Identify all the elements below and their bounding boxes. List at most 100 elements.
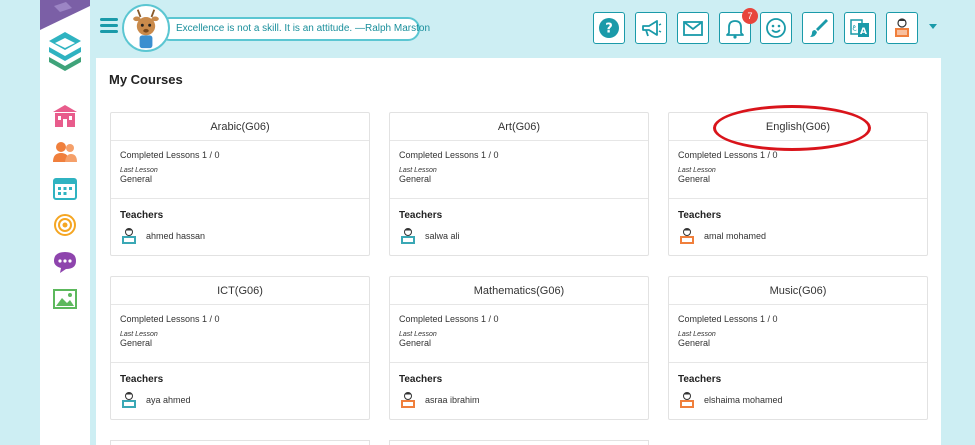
teacher-name: elshaima mohamed <box>704 395 783 405</box>
course-info: Completed Lessons 1 / 0 Last Lesson Gene… <box>390 305 648 363</box>
last-lesson-label: Last Lesson <box>120 167 158 174</box>
course-card-ict[interactable]: ICT(G06) Completed Lessons 1 / 0 Last Le… <box>110 276 370 420</box>
svg-text:A: A <box>860 27 867 37</box>
teacher-name: ahmed hassan <box>146 231 206 241</box>
main-panel: My Courses Arabic(G06) Completed Lessons… <box>96 58 941 445</box>
user-avatar-icon <box>895 18 909 37</box>
translate-icon: A ع <box>850 19 869 37</box>
course-card-partial[interactable] <box>389 440 649 445</box>
help-icon: ? <box>599 18 619 38</box>
messages-button[interactable] <box>677 12 709 44</box>
menu-toggle-icon[interactable] <box>100 18 118 36</box>
teacher-item[interactable]: elshaima mohamed <box>678 391 918 409</box>
users-icon[interactable] <box>52 140 78 164</box>
teachers-section: Teachers amal mohamed <box>669 199 927 255</box>
teacher-avatar-icon <box>680 228 694 244</box>
mood-button[interactable] <box>760 12 792 44</box>
last-lesson-label: Last Lesson <box>399 167 437 174</box>
teachers-section: Teachers salwa ali <box>390 199 648 255</box>
completed-lessons: Completed Lessons 1 / 0 <box>399 314 499 324</box>
teacher-item[interactable]: aya ahmed <box>120 391 360 409</box>
last-lesson-label: Last Lesson <box>678 167 716 174</box>
language-button[interactable]: A ع <box>844 12 876 44</box>
motivational-quote: Excellence is not a skill. It is an atti… <box>158 17 430 41</box>
teacher-avatar-icon <box>401 228 415 244</box>
course-info: Completed Lessons 1 / 0 Last Lesson Gene… <box>390 141 648 199</box>
teacher-name: asraa ibrahim <box>425 395 480 405</box>
course-title[interactable]: Mathematics(G06) <box>390 277 648 305</box>
megaphone-icon <box>642 20 662 37</box>
svg-text:?: ? <box>605 22 613 37</box>
course-info: Completed Lessons 1 / 0 Last Lesson Gene… <box>669 305 927 363</box>
school-icon[interactable] <box>52 104 78 128</box>
course-card-arabic[interactable]: Arabic(G06) Completed Lessons 1 / 0 Last… <box>110 112 370 256</box>
chat-icon[interactable] <box>52 250 78 274</box>
help-button[interactable]: ? <box>593 12 625 44</box>
teacher-name: aya ahmed <box>146 395 191 405</box>
profile-dropdown-caret-icon[interactable] <box>929 24 937 29</box>
teacher-item[interactable]: ahmed hassan <box>120 227 360 245</box>
course-title[interactable]: English(G06) <box>669 113 927 141</box>
target-icon[interactable] <box>52 213 78 237</box>
completed-lessons: Completed Lessons 1 / 0 <box>678 150 778 160</box>
completed-lessons: Completed Lessons 1 / 0 <box>678 314 778 324</box>
last-lesson-label: Last Lesson <box>120 331 158 338</box>
teacher-item[interactable]: amal mohamed <box>678 227 918 245</box>
teachers-section: Teachers aya ahmed <box>111 363 369 419</box>
teachers-label: Teachers <box>399 374 443 385</box>
page-title: My Courses <box>109 72 183 87</box>
teachers-section: Teachers ahmed hassan <box>111 199 369 255</box>
last-lesson-value: General <box>678 174 711 184</box>
completed-lessons: Completed Lessons 1 / 0 <box>120 150 220 160</box>
left-strip <box>0 0 40 445</box>
teacher-avatar-icon <box>401 392 415 408</box>
course-card-english[interactable]: English(G06) Completed Lessons 1 / 0 Las… <box>668 112 928 256</box>
course-title[interactable]: Music(G06) <box>669 277 927 305</box>
announcements-button[interactable] <box>635 12 667 44</box>
teachers-section: Teachers elshaima mohamed <box>669 363 927 419</box>
last-lesson-label: Last Lesson <box>678 331 716 338</box>
last-lesson-value: General <box>399 174 432 184</box>
corner-decoration-icon <box>40 0 90 30</box>
teachers-label: Teachers <box>678 210 722 221</box>
course-card-partial[interactable] <box>110 440 370 445</box>
gallery-icon[interactable] <box>52 287 78 311</box>
teachers-label: Teachers <box>678 374 722 385</box>
svg-text:ع: ع <box>852 23 857 31</box>
last-lesson-value: General <box>678 338 711 348</box>
profile-button[interactable] <box>886 12 918 44</box>
completed-lessons: Completed Lessons 1 / 0 <box>120 314 220 324</box>
course-info: Completed Lessons 1 / 0 Last Lesson Gene… <box>111 141 369 199</box>
teachers-section: Teachers asraa ibrahim <box>390 363 648 419</box>
teachers-label: Teachers <box>120 374 164 385</box>
teacher-item[interactable]: asraa ibrahim <box>399 391 639 409</box>
course-card-mathematics[interactable]: Mathematics(G06) Completed Lessons 1 / 0… <box>389 276 649 420</box>
completed-lessons: Completed Lessons 1 / 0 <box>399 150 499 160</box>
course-title[interactable]: Art(G06) <box>390 113 648 141</box>
course-card-art[interactable]: Art(G06) Completed Lessons 1 / 0 Last Le… <box>389 112 649 256</box>
course-info: Completed Lessons 1 / 0 Last Lesson Gene… <box>111 305 369 363</box>
last-lesson-label: Last Lesson <box>399 331 437 338</box>
last-lesson-value: General <box>399 338 432 348</box>
course-title[interactable]: ICT(G06) <box>111 277 369 305</box>
teacher-avatar-icon <box>680 392 694 408</box>
mascot-avatar <box>122 4 170 52</box>
notification-badge: 7 <box>742 8 758 24</box>
sidebar <box>40 0 90 445</box>
smiley-icon <box>766 18 786 38</box>
course-title[interactable]: Arabic(G06) <box>111 113 369 141</box>
teacher-avatar-icon <box>122 228 136 244</box>
teachers-label: Teachers <box>120 210 164 221</box>
teachers-label: Teachers <box>399 210 443 221</box>
deer-mascot-icon <box>133 9 159 49</box>
teacher-name: amal mohamed <box>704 231 767 241</box>
course-info: Completed Lessons 1 / 0 Last Lesson Gene… <box>669 141 927 199</box>
course-card-music[interactable]: Music(G06) Completed Lessons 1 / 0 Last … <box>668 276 928 420</box>
theme-button[interactable] <box>802 12 834 44</box>
last-lesson-value: General <box>120 338 153 348</box>
calendar-icon[interactable] <box>52 176 78 200</box>
envelope-icon <box>683 21 703 36</box>
teacher-item[interactable]: salwa ali <box>399 227 639 245</box>
paintbrush-icon <box>810 19 828 37</box>
school-logo-icon[interactable] <box>47 30 83 72</box>
